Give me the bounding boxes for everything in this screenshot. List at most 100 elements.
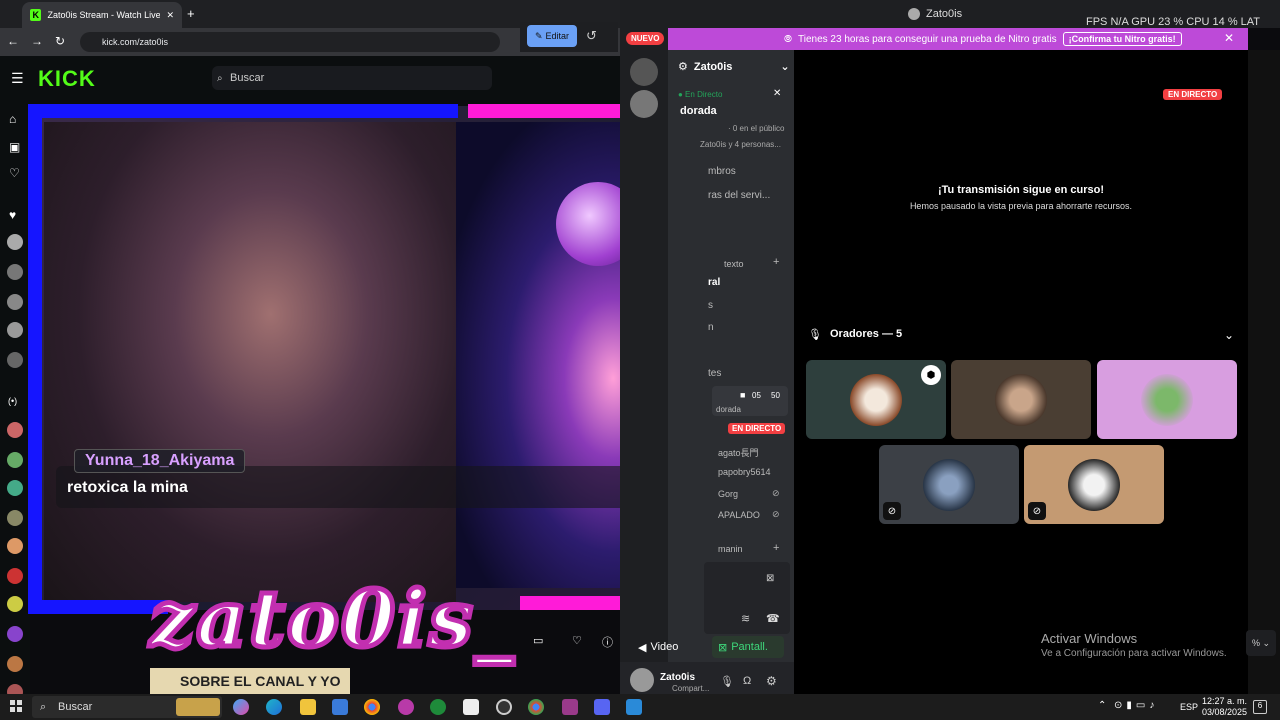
live-channels-icon[interactable]: (•) — [8, 396, 17, 406]
store-icon[interactable] — [332, 699, 348, 715]
member-item[interactable]: manin — [718, 544, 743, 554]
channel-avatar[interactable] — [7, 656, 23, 672]
headphones-icon[interactable]: Ω — [743, 675, 751, 687]
nitro-confirm-button[interactable]: ¡Confirma tu Nitro gratis! — [1062, 32, 1182, 46]
edit-button[interactable]: ✎ Editar — [527, 25, 577, 47]
app-icon[interactable] — [398, 699, 414, 715]
volume-dropdown[interactable]: % ⌄ — [1246, 630, 1276, 656]
browser-tab-close-icon[interactable]: ✕ — [166, 10, 174, 21]
info-icon[interactable]: ⓘ — [602, 634, 613, 650]
paused-subtitle: Hemos pausado la vista previa para ahorr… — [909, 201, 1133, 211]
notification-icon[interactable]: 6 — [1253, 700, 1267, 714]
windows-start-icon[interactable] — [10, 700, 22, 712]
taskbar-clock[interactable]: 12:27 a. m. 03/08/2025 — [1202, 696, 1247, 718]
channel-item[interactable]: n — [708, 322, 714, 333]
kick-favicon-icon: K — [30, 9, 42, 21]
disconnect-icon[interactable]: ☎ — [766, 612, 780, 625]
home-icon[interactable]: ⌂ — [9, 112, 16, 126]
server-header[interactable]: ⚙ Zato0is ⌄ — [678, 60, 790, 74]
file-explorer-icon[interactable] — [300, 699, 316, 715]
speaker-tile[interactable]: ⊘ — [879, 445, 1019, 524]
chrome-active-icon[interactable] — [528, 699, 544, 715]
speaker-tile[interactable] — [1097, 360, 1237, 439]
xbox-icon[interactable] — [430, 699, 446, 715]
channel-avatar[interactable] — [7, 452, 23, 468]
language-indicator[interactable]: ESP — [1180, 702, 1198, 712]
member-item[interactable]: agato長門 — [718, 446, 759, 459]
kick-search-placeholder: Buscar — [230, 72, 265, 84]
channel-item[interactable]: tes — [708, 368, 721, 379]
avatar[interactable] — [630, 668, 654, 692]
speaker-tile[interactable]: ⬢ — [806, 360, 946, 439]
discord-taskbar-icon[interactable] — [594, 699, 610, 715]
video-icon: ◀ — [638, 641, 647, 654]
obs-icon[interactable] — [496, 699, 512, 715]
channel-avatar[interactable] — [7, 322, 23, 338]
close-icon[interactable]: ✕ — [773, 88, 781, 99]
tray-icons[interactable]: ⊙▮▭♪ — [1114, 700, 1158, 711]
copilot-icon[interactable] — [233, 699, 249, 715]
close-icon[interactable]: ✕ — [1224, 31, 1234, 45]
channel-avatar[interactable] — [7, 568, 23, 584]
member-item[interactable]: papobry5614 — [718, 467, 771, 477]
clock-date: 03/08/2025 — [1202, 707, 1248, 717]
menu-icon[interactable]: ☰ — [11, 70, 24, 87]
url-bar[interactable]: kick.com/zato0is — [80, 32, 500, 52]
photos-icon[interactable] — [626, 699, 642, 715]
speaker-tile[interactable] — [951, 360, 1091, 439]
channel-avatar[interactable] — [7, 352, 23, 368]
document-icon[interactable] — [463, 699, 479, 715]
channel-avatar[interactable] — [7, 626, 23, 642]
follow-heart-icon[interactable]: ♡ — [572, 634, 582, 647]
browser-tab-title: Zato0is Stream - Watch Live on — [47, 10, 161, 20]
edge-icon[interactable] — [266, 699, 282, 715]
browser-reload-icon[interactable]: ↻ — [55, 34, 65, 48]
theater-mode-icon[interactable]: ▭ — [533, 634, 543, 647]
chat-username: Yunna_18_Akiyama — [74, 449, 246, 473]
close-stream-icon[interactable]: ⊠ — [766, 573, 774, 584]
mic-icon[interactable]: 🎙︎ — [720, 675, 734, 688]
channel-avatar[interactable] — [7, 596, 23, 612]
chrome-icon[interactable] — [364, 699, 380, 715]
screen-share-button[interactable]: ⊠ Pantall. — [712, 636, 784, 658]
channel-avatar[interactable] — [7, 234, 23, 250]
speaker-tile[interactable]: ⊘ — [1024, 445, 1164, 524]
channel-avatar[interactable] — [7, 264, 23, 280]
channel-avatar[interactable] — [7, 510, 23, 526]
video-button[interactable]: ◀ Video — [638, 636, 700, 658]
following-heart-icon[interactable]: ♡ — [9, 166, 20, 180]
channel-avatar[interactable] — [7, 538, 23, 554]
channel-category[interactable]: texto — [724, 259, 744, 269]
add-icon[interactable]: + — [773, 542, 779, 554]
channel-item[interactable]: mbros — [708, 166, 736, 177]
channel-avatar[interactable] — [7, 422, 23, 438]
chevron-up-icon[interactable]: ⌃ — [1098, 700, 1106, 711]
winrar-icon[interactable] — [562, 699, 578, 715]
channel-item[interactable]: ral — [708, 277, 720, 288]
channel-item[interactable]: ras del servi... — [708, 190, 770, 201]
add-channel-icon[interactable]: + — [773, 256, 779, 268]
server-icon[interactable] — [630, 58, 658, 86]
browse-icon[interactable]: ▣ — [9, 140, 20, 154]
channel-avatar[interactable] — [7, 480, 23, 496]
browser-new-tab-button[interactable]: + — [187, 6, 195, 21]
favorites-heart-icon[interactable]: ♥ — [9, 208, 16, 222]
browser-tab-kick[interactable]: K Zato0is Stream - Watch Live on ✕ — [22, 2, 182, 28]
server-icon[interactable] — [630, 90, 658, 118]
main-live-badge: EN DIRECTO — [1163, 89, 1223, 100]
kick-search-input[interactable]: ⌕ Buscar — [212, 66, 492, 90]
browser-back-icon[interactable]: ← — [7, 34, 19, 48]
speakers-header: Oradores — 5 — [830, 328, 903, 340]
gear-icon[interactable]: ⚙ — [766, 674, 777, 688]
channel-avatar[interactable] — [7, 294, 23, 310]
search-highlight-image — [176, 698, 220, 716]
rotate-icon[interactable]: ↺ — [586, 28, 597, 44]
avatar — [1068, 458, 1120, 511]
member-item[interactable]: APALADO — [718, 510, 760, 520]
member-item[interactable]: Gorg — [718, 489, 738, 499]
overlay-frame-blue — [28, 104, 42, 614]
browser-forward-icon[interactable]: → — [31, 34, 43, 48]
channel-item[interactable]: s — [708, 300, 713, 311]
kick-logo[interactable]: KICK — [38, 66, 96, 92]
chevron-down-icon[interactable]: ⌄ — [1224, 328, 1234, 342]
